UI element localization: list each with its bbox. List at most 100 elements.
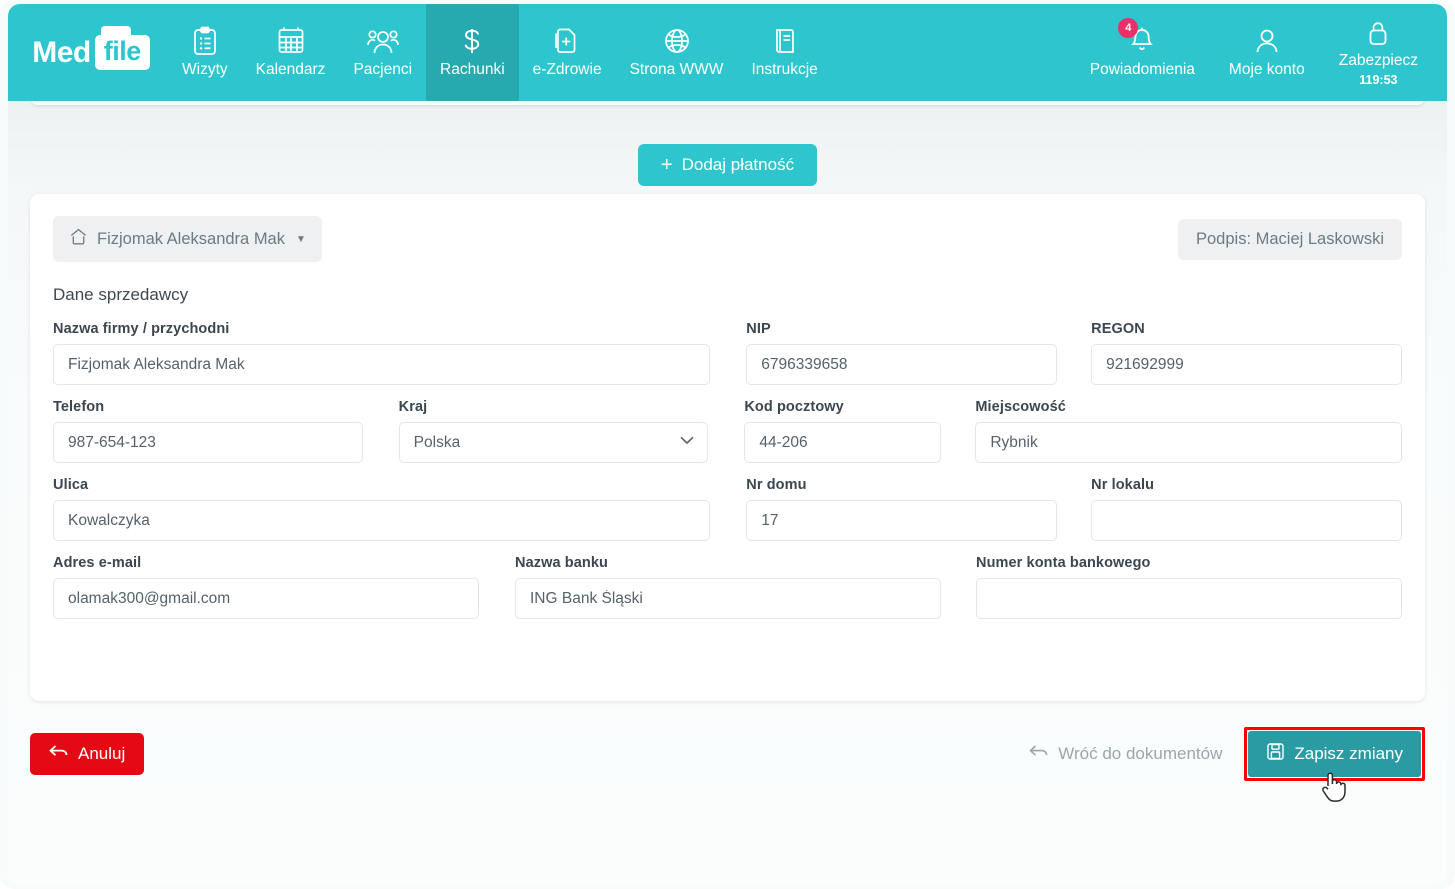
nav-item-label: Moje konto xyxy=(1228,61,1305,78)
nav-item-label: Pacjenci xyxy=(353,61,413,78)
users-icon xyxy=(366,26,399,56)
bank-account-input[interactable] xyxy=(976,578,1402,619)
medfile-logo[interactable]: Med file xyxy=(8,4,168,101)
floppy-disk-icon xyxy=(1266,742,1285,766)
bank-name-input[interactable] xyxy=(515,578,941,619)
signature-badge: Podpis: Maciej Laskowski xyxy=(1178,218,1402,260)
bell-icon: 4 xyxy=(1118,18,1156,56)
nav-item-label: Rachunki xyxy=(440,61,505,78)
flat-number-input[interactable] xyxy=(1091,500,1403,541)
footer-actions: Anuluj Wróć do dokumentów Zapisz zmiany xyxy=(30,726,1425,802)
form-row-4: Adres e-mail Nazwa banku Numer konta ban… xyxy=(53,555,1402,619)
field-street: Ulica xyxy=(53,477,711,541)
field-label: REGON xyxy=(1091,321,1145,337)
logo-file-text: file xyxy=(94,35,150,70)
cancel-label: Anuluj xyxy=(78,744,126,763)
regon-input[interactable] xyxy=(1091,344,1403,385)
nav-item-label: Zabezpiecz xyxy=(1338,51,1418,69)
field-postal-code: Kod pocztowy xyxy=(744,399,942,463)
home-icon xyxy=(69,227,88,251)
save-changes-button[interactable]: Zapisz zmiany xyxy=(1248,731,1421,777)
seller-data-card: Fizjomak Aleksandra Mak ▼ Podpis: Maciej… xyxy=(30,194,1425,701)
company-name-input[interactable] xyxy=(53,344,711,385)
field-label: Numer konta bankowego xyxy=(976,555,1151,571)
field-country: Kraj Polska xyxy=(398,399,709,463)
nav-item-label: Instrukcje xyxy=(751,61,818,78)
field-label: Adres e-mail xyxy=(53,555,142,571)
field-label: Nazwa banku xyxy=(515,555,608,571)
nav-item-wizyty[interactable]: Wizyty xyxy=(168,4,242,101)
footer-right-group: Wróć do dokumentów Zapisz zmiany xyxy=(1025,727,1425,802)
field-label: Kod pocztowy xyxy=(744,399,844,415)
street-input[interactable] xyxy=(53,500,711,541)
logo-med-text: Med xyxy=(32,35,91,69)
form-row-2: Telefon Kraj Polska xyxy=(53,399,1402,463)
nav-right-group: 4 Powiadomienia Moje konto Zabezpiecz 11… xyxy=(1073,4,1447,101)
globe-icon xyxy=(663,26,691,56)
field-label: Kraj xyxy=(398,399,428,415)
field-house-no: Nr domu xyxy=(746,477,1058,541)
clinic-selector-label: Fizjomak Aleksandra Mak xyxy=(97,229,285,248)
add-payment-row: + Dodaj płatność xyxy=(8,144,1447,186)
field-company-name: Nazwa firmy / przychodni xyxy=(53,321,711,385)
clipped-summary-card xyxy=(30,101,1425,105)
nav-item-moje-konto[interactable]: Moje konto xyxy=(1212,4,1322,101)
add-payment-label: Dodaj płatność xyxy=(681,155,795,174)
house-number-input[interactable] xyxy=(746,500,1058,541)
nav-item-label: Powiadomienia xyxy=(1089,61,1195,78)
nav-item-ezdrowie[interactable]: e-Zdrowie xyxy=(519,4,616,101)
save-changes-label: Zapisz zmiany xyxy=(1294,744,1403,763)
nav-item-rachunki[interactable]: Rachunki xyxy=(426,4,519,101)
field-email: Adres e-mail xyxy=(53,555,479,619)
nav-item-label: e-Zdrowie xyxy=(532,61,602,78)
logo-file-badge: file xyxy=(94,26,150,70)
medical-file-icon xyxy=(553,26,581,56)
nav-item-kalendarz[interactable]: Kalendarz xyxy=(242,4,340,101)
top-navigation-bar: Med file Wizyty Kalendarz Pacjenci Rachu… xyxy=(8,4,1447,101)
field-flat-no: Nr lokalu xyxy=(1091,477,1403,541)
user-icon xyxy=(1254,26,1280,56)
clinic-selector-dropdown[interactable]: Fizjomak Aleksandra Mak ▼ xyxy=(53,216,322,262)
nav-item-zabezpiecz[interactable]: Zabezpiecz 119:53 xyxy=(1322,4,1435,101)
cancel-button[interactable]: Anuluj xyxy=(30,733,145,775)
calendar-icon xyxy=(277,26,305,56)
arrow-back-icon xyxy=(1029,744,1049,764)
nav-item-pacjenci[interactable]: Pacjenci xyxy=(339,4,426,101)
field-bank-account: Numer konta bankowego xyxy=(976,555,1402,619)
save-button-highlight: Zapisz zmiany xyxy=(1244,727,1425,802)
nip-input[interactable] xyxy=(746,344,1058,385)
nav-item-powiadomienia[interactable]: 4 Powiadomienia xyxy=(1073,4,1212,101)
session-timer: 119:53 xyxy=(1359,72,1398,87)
signature-label: Podpis: Maciej Laskowski xyxy=(1196,229,1384,248)
field-label: Ulica xyxy=(53,477,89,493)
arrow-back-icon xyxy=(49,744,69,764)
city-input[interactable] xyxy=(975,422,1402,463)
book-icon xyxy=(772,26,798,56)
field-label: Nr lokalu xyxy=(1091,477,1155,493)
field-regon: REGON xyxy=(1091,321,1403,385)
nav-item-label: Kalendarz xyxy=(255,61,326,78)
field-label: NIP xyxy=(746,321,771,337)
field-phone: Telefon xyxy=(53,399,363,463)
field-city: Miejscowość xyxy=(975,399,1402,463)
phone-input[interactable] xyxy=(53,422,363,463)
section-title: Dane sprzedawcy xyxy=(53,285,189,304)
country-select[interactable]: Polska xyxy=(398,422,709,463)
field-nip: NIP xyxy=(746,321,1058,385)
field-label: Nazwa firmy / przychodni xyxy=(53,321,230,337)
form-row-3: Ulica Nr domu Nr lokalu xyxy=(53,477,1403,541)
nav-item-strona-www[interactable]: Strona WWW xyxy=(616,4,738,101)
postal-code-input[interactable] xyxy=(744,422,942,463)
form-row-1: Nazwa firmy / przychodni NIP REGON xyxy=(53,321,1403,385)
window-shell: Med file Wizyty Kalendarz Pacjenci Rachu… xyxy=(0,0,1455,889)
back-to-documents-button[interactable]: Wróć do dokumentów xyxy=(1025,734,1226,774)
clipboard-icon xyxy=(192,26,218,56)
field-label: Miejscowość xyxy=(975,399,1066,415)
app-window: Med file Wizyty Kalendarz Pacjenci Rachu… xyxy=(0,0,1455,889)
email-input[interactable] xyxy=(53,578,479,619)
nav-item-instrukcje[interactable]: Instrukcje xyxy=(737,4,831,101)
lock-icon xyxy=(1365,19,1391,47)
field-label: Telefon xyxy=(53,399,105,415)
add-payment-button[interactable]: + Dodaj płatność xyxy=(637,144,818,186)
field-label: Nr domu xyxy=(746,477,807,493)
